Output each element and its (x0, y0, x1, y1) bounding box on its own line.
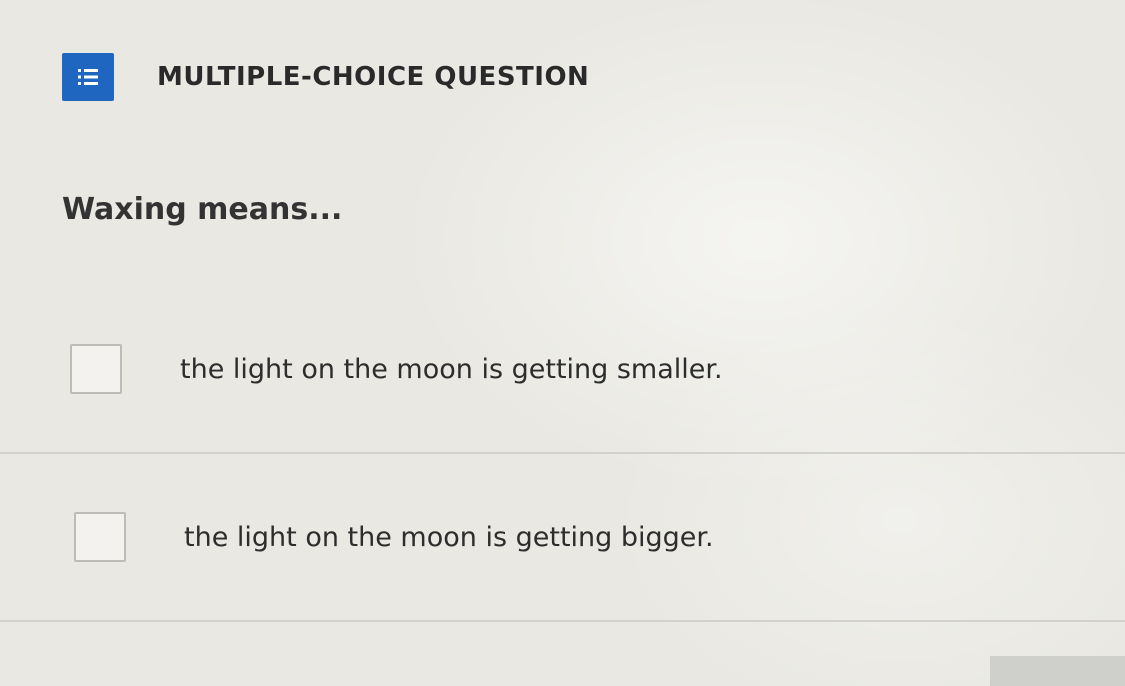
question-type-label: MULTIPLE-CHOICE QUESTION (157, 62, 590, 92)
answer-option[interactable]: the light on the moon is getting bigger. (0, 512, 1125, 562)
question-prompt: Waxing means... (62, 192, 343, 227)
footer-panel (990, 656, 1125, 686)
option-divider (0, 620, 1125, 622)
list-icon (62, 53, 114, 101)
option-checkbox[interactable] (70, 344, 122, 394)
option-divider (0, 452, 1125, 454)
screen-glare (0, 0, 1125, 686)
option-label[interactable]: the light on the moon is getting bigger. (184, 522, 714, 553)
answer-option[interactable]: the light on the moon is getting smaller… (0, 344, 1125, 394)
question-type-header: MULTIPLE-CHOICE QUESTION (62, 53, 589, 101)
option-checkbox[interactable] (74, 512, 126, 562)
option-label[interactable]: the light on the moon is getting smaller… (180, 354, 723, 385)
